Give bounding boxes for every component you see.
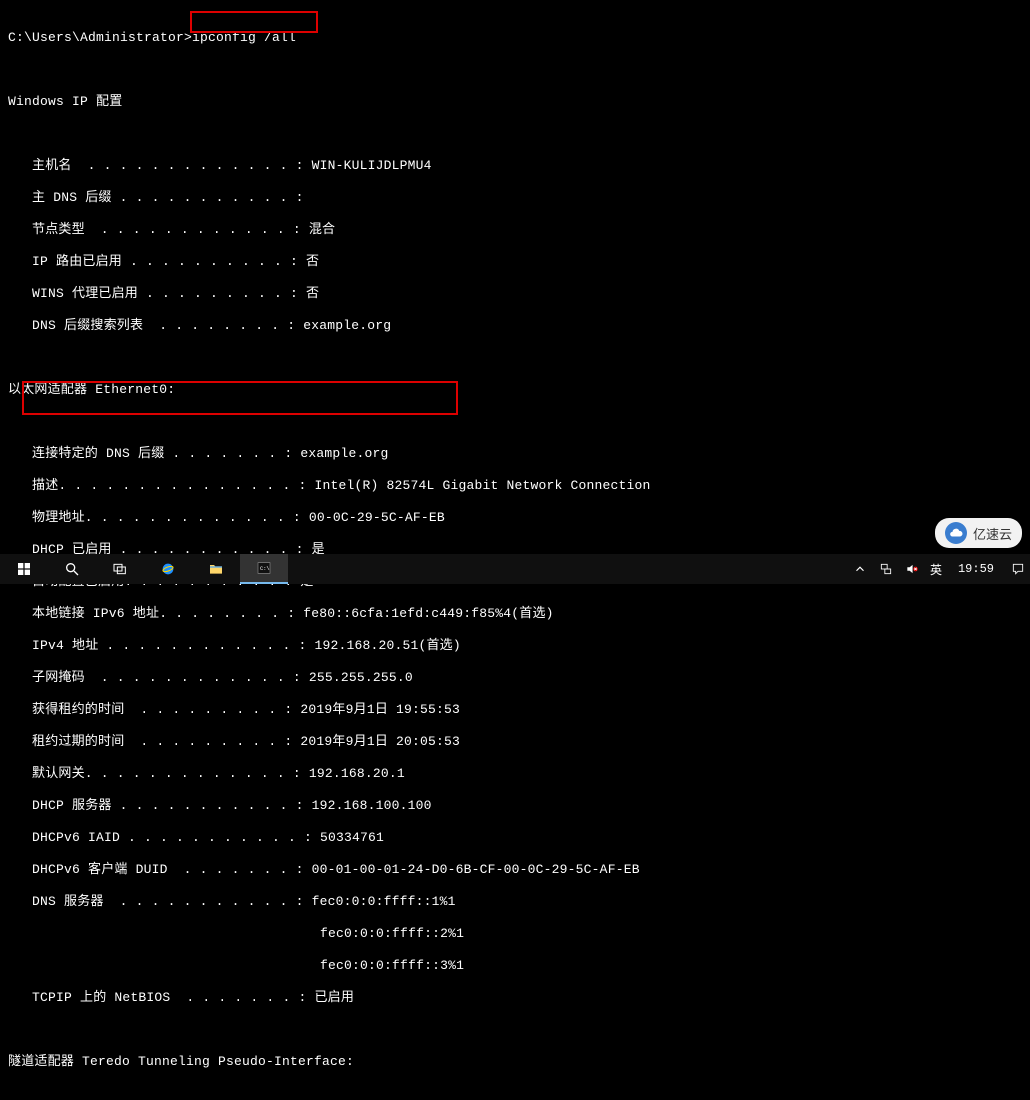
cloud-icon bbox=[945, 522, 967, 544]
tray-network[interactable] bbox=[878, 561, 894, 577]
chevron-up-icon bbox=[853, 562, 867, 576]
blank-line bbox=[8, 350, 1022, 366]
tray-chevron-up[interactable] bbox=[852, 561, 868, 577]
eth-dns-1: DNS 服务器 . . . . . . . . . . . : fec0:0:0… bbox=[8, 894, 1022, 910]
eth-subnet: 子网掩码 . . . . . . . . . . . . : 255.255.2… bbox=[8, 670, 1022, 686]
eth-dns-2: fec0:0:0:ffff::2%1 bbox=[8, 926, 1022, 942]
taskbar-left: C:\ bbox=[0, 554, 288, 584]
eth-ipv4: IPv4 地址 . . . . . . . . . . . . : 192.16… bbox=[8, 638, 1022, 654]
cfg-dns-search: DNS 后缀搜索列表 . . . . . . . . : example.org bbox=[8, 318, 1022, 334]
svg-text:C:\: C:\ bbox=[260, 566, 270, 572]
cmd-button[interactable]: C:\ bbox=[240, 554, 288, 584]
blank-line bbox=[8, 414, 1022, 430]
taskbar: C:\ 英 19:59 bbox=[0, 554, 1030, 584]
eth-lease-expires: 租约过期的时间 . . . . . . . . . : 2019年9月1日 20… bbox=[8, 734, 1022, 750]
system-tray: 英 19:59 bbox=[852, 554, 1030, 584]
folder-icon bbox=[208, 561, 224, 577]
cfg-hostname: 主机名 . . . . . . . . . . . . . : WIN-KULI… bbox=[8, 158, 1022, 174]
ie-button[interactable] bbox=[144, 554, 192, 584]
eth-description: 描述. . . . . . . . . . . . . . . : Intel(… bbox=[8, 478, 1022, 494]
search-icon bbox=[64, 561, 80, 577]
adapter-title: 以太网适配器 Ethernet0: bbox=[8, 382, 1022, 398]
clock[interactable]: 19:59 bbox=[952, 562, 1000, 576]
notification-icon bbox=[1011, 562, 1025, 576]
section-title: Windows IP 配置 bbox=[8, 94, 1022, 110]
cfg-wins-proxy: WINS 代理已启用 . . . . . . . . . : 否 bbox=[8, 286, 1022, 302]
tunnel-title: 隧道适配器 Teredo Tunneling Pseudo-Interface: bbox=[8, 1054, 1022, 1070]
task-view-icon bbox=[112, 561, 128, 577]
terminal-output[interactable]: C:\Users\Administrator>ipconfig /all Win… bbox=[0, 0, 1030, 1100]
ie-icon bbox=[160, 561, 176, 577]
eth-dns-3: fec0:0:0:ffff::3%1 bbox=[8, 958, 1022, 974]
cfg-node-type: 节点类型 . . . . . . . . . . . . : 混合 bbox=[8, 222, 1022, 238]
search-button[interactable] bbox=[48, 554, 96, 584]
cmd-icon: C:\ bbox=[256, 560, 272, 576]
network-icon bbox=[879, 562, 893, 576]
cfg-ip-routing: IP 路由已启用 . . . . . . . . . . : 否 bbox=[8, 254, 1022, 270]
tray-volume[interactable] bbox=[904, 561, 920, 577]
command-text: ipconfig /all bbox=[192, 30, 296, 45]
task-view-button[interactable] bbox=[96, 554, 144, 584]
eth-dhcp-server: DHCP 服务器 . . . . . . . . . . . : 192.168… bbox=[8, 798, 1022, 814]
blank-line bbox=[8, 1022, 1022, 1038]
eth-dhcpv6-duid: DHCPv6 客户端 DUID . . . . . . . : 00-01-00… bbox=[8, 862, 1022, 878]
eth-gateway: 默认网关. . . . . . . . . . . . . : 192.168.… bbox=[8, 766, 1022, 782]
eth-dhcpv6-iaid: DHCPv6 IAID . . . . . . . . . . . : 5033… bbox=[8, 830, 1022, 846]
eth-netbios: TCPIP 上的 NetBIOS . . . . . . . : 已启用 bbox=[8, 990, 1022, 1006]
eth-lease-obtained: 获得租约的时间 . . . . . . . . . : 2019年9月1日 19… bbox=[8, 702, 1022, 718]
prompt-line: C:\Users\Administrator>ipconfig /all bbox=[8, 30, 1022, 46]
prompt: C:\Users\Administrator> bbox=[8, 30, 192, 45]
eth-physical: 物理地址. . . . . . . . . . . . . : 00-0C-29… bbox=[8, 510, 1022, 526]
eth-link-ipv6: 本地链接 IPv6 地址. . . . . . . . : fe80::6cfa… bbox=[8, 606, 1022, 622]
volume-mute-icon bbox=[905, 562, 919, 576]
watermark-badge: 亿速云 bbox=[935, 518, 1022, 548]
eth-conn-dns: 连接特定的 DNS 后缀 . . . . . . . : example.org bbox=[8, 446, 1022, 462]
ime-indicator[interactable]: 英 bbox=[930, 561, 942, 578]
action-center[interactable] bbox=[1010, 561, 1026, 577]
start-button[interactable] bbox=[0, 554, 48, 584]
blank-line bbox=[8, 62, 1022, 78]
explorer-button[interactable] bbox=[192, 554, 240, 584]
watermark-text: 亿速云 bbox=[973, 524, 1012, 543]
blank-line bbox=[8, 126, 1022, 142]
cfg-primary-dns: 主 DNS 后缀 . . . . . . . . . . . : bbox=[8, 190, 1022, 206]
windows-icon bbox=[16, 561, 32, 577]
